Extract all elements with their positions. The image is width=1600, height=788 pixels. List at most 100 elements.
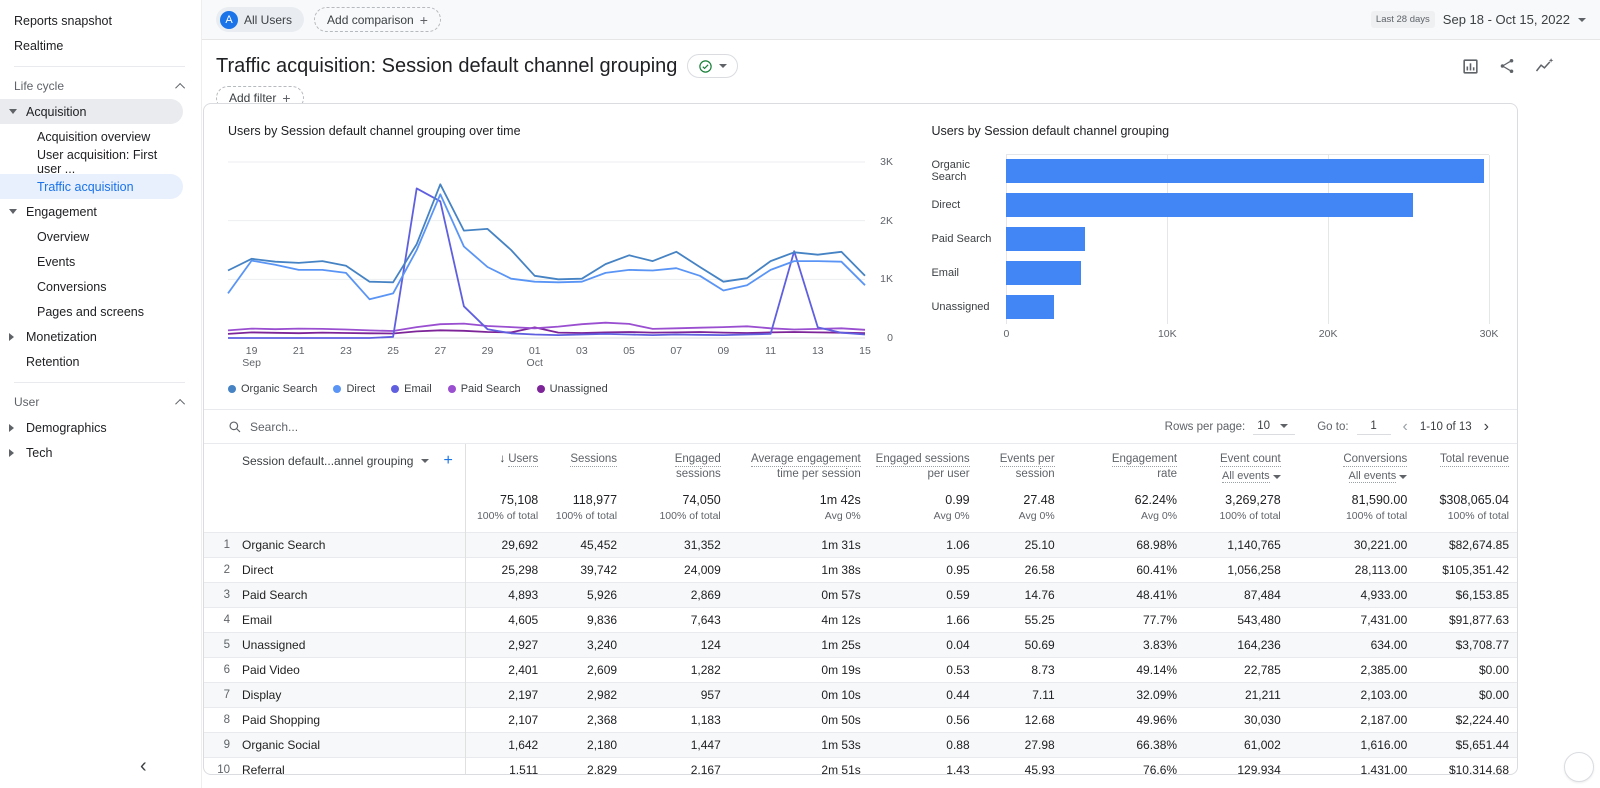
bar[interactable]: [1006, 261, 1081, 285]
sidebar-item-acquisition-overview[interactable]: Acquisition overview: [0, 124, 183, 149]
table-row[interactable]: 8 Paid Shopping 2,107 2,368 1,183 0m 50s 0.56 1…: [204, 707, 1517, 733]
column-header-events-per-session[interactable]: Events per session: [978, 444, 1063, 483]
bar[interactable]: [1006, 227, 1086, 251]
column-header-engaged-sessions-per-user[interactable]: Engaged sessions per user: [869, 444, 978, 483]
table-row[interactable]: 2 Direct 25,298 39,742 24,009 1m 38s 0.95 26.58…: [204, 557, 1517, 583]
totals-cell: 74,050 100% of total: [659, 493, 721, 522]
sidebar-item-overview[interactable]: Overview: [0, 224, 183, 249]
metric-value: 50.69: [1024, 638, 1055, 652]
metric-value: 14.76: [1024, 588, 1055, 602]
add-dimension-button[interactable]: +: [443, 452, 452, 470]
sidebar-item-acquisition[interactable]: Acquisition: [0, 99, 183, 124]
totals-cell: 75,108 100% of total: [476, 493, 539, 522]
y-axis-tick: 2K: [880, 214, 893, 227]
date-range-picker[interactable]: Sep 18 - Oct 15, 2022: [1443, 12, 1570, 27]
arrow-right-icon[interactable]: [9, 448, 14, 457]
x-axis-tick: 19 Sep: [242, 345, 261, 369]
sidebar-divider: [14, 382, 185, 383]
column-header-event-count[interactable]: Event count All events: [1185, 444, 1289, 483]
sidebar-item-realtime[interactable]: Realtime: [0, 33, 183, 58]
line-series-email: [228, 187, 866, 339]
table-row[interactable]: 10 Referral 1,511 2,829 2,167 2m 51s 1.43 45.93…: [204, 757, 1517, 775]
metric-value: $0.00: [1478, 688, 1509, 702]
bar[interactable]: [1006, 193, 1414, 217]
arrow-right-icon[interactable]: [9, 332, 14, 341]
metric-value: 1,616.00: [1360, 738, 1408, 752]
table-row[interactable]: 4 Email 4,605 9,836 7,643 4m 12s 1.66 55.25 77.7…: [204, 607, 1517, 633]
sidebar-section-life-cycle[interactable]: Life cycle: [0, 73, 201, 99]
table-row[interactable]: 1 Organic Search 29,692 45,452 31,352 1m 31s 1…: [204, 532, 1517, 558]
column-header-sessions[interactable]: Sessions: [546, 444, 625, 483]
sidebar-collapse-chevron-icon[interactable]: ‹: [140, 755, 147, 778]
table-row[interactable]: 5 Unassigned 2,927 3,240 124 1m 25s 0.04 50.69 3…: [204, 632, 1517, 658]
column-header-conversions[interactable]: Conversions All events: [1289, 444, 1416, 483]
users-over-time-chart: Users by Session default channel groupin…: [227, 124, 893, 395]
totals-cell: 3,269,278 100% of total: [1219, 493, 1281, 522]
sidebar-item-events[interactable]: Events: [0, 249, 183, 274]
date-range-type-chip: Last 28 days: [1370, 11, 1435, 28]
bar[interactable]: [1006, 159, 1485, 183]
floating-action-button[interactable]: [1564, 752, 1594, 782]
table-row[interactable]: 3 Paid Search 4,893 5,926 2,869 0m 57s 0.59 14.…: [204, 582, 1517, 608]
sidebar-item-retention[interactable]: Retention: [0, 349, 183, 374]
column-header-engaged-sessions[interactable]: Engaged sessions: [625, 444, 729, 483]
sidebar-item-traffic-acquisition[interactable]: Traffic acquisition: [0, 174, 183, 199]
arrow-right-icon[interactable]: [9, 423, 14, 432]
metric-event-dropdown[interactable]: All events: [1185, 470, 1281, 483]
metric-value: 129,934: [1237, 763, 1281, 775]
sidebar-item-monetization[interactable]: Monetization: [0, 324, 183, 349]
rows-per-page-select[interactable]: 10: [1253, 418, 1296, 435]
metric-value: 1,056,258: [1227, 563, 1281, 577]
arrow-down-icon[interactable]: [9, 109, 17, 114]
metric-value: $0.00: [1478, 663, 1509, 677]
chevron-down-icon[interactable]: [1578, 17, 1586, 22]
metric-value: 7,643: [690, 613, 721, 627]
table-row[interactable]: 6 Paid Video 2,401 2,609 1,282 0m 19s 0.53 8.73…: [204, 657, 1517, 683]
sidebar-item-pages-and-screens[interactable]: Pages and screens: [0, 299, 183, 324]
bar-rows: Organic Search Direct Paid Search Email Unas…: [931, 154, 1493, 324]
sidebar-item-user-acquisition-first-user[interactable]: User acquisition: First user ...: [0, 147, 183, 176]
customize-report-icon[interactable]: [1461, 57, 1480, 76]
sidebar-item-tech[interactable]: Tech: [0, 440, 183, 465]
bar[interactable]: [1006, 295, 1054, 319]
all-users-segment-chip[interactable]: A All Users: [216, 7, 305, 32]
goto-page-input[interactable]: 1: [1356, 418, 1391, 435]
insights-icon[interactable]: [1534, 56, 1554, 76]
sidebar-item-engagement[interactable]: Engagement: [0, 199, 183, 224]
metric-value: 1,447: [690, 738, 721, 752]
bar-row-paid-search: Paid Search: [931, 222, 1493, 256]
metric-value: 49.14%: [1136, 663, 1178, 677]
add-comparison-button[interactable]: Add comparison +: [314, 7, 441, 32]
column-header-average-engagement-time-per-session[interactable]: Average engagement time per session: [729, 444, 869, 483]
table-row[interactable]: 7 Display 2,197 2,982 957 0m 10s 0.44 7.11 32.09…: [204, 682, 1517, 708]
dimension-selector[interactable]: Session default...annel grouping +: [242, 452, 457, 470]
metric-value: 26.58: [1024, 563, 1055, 577]
column-header-engagement-rate[interactable]: Engagement rate: [1063, 444, 1185, 483]
arrow-down-icon[interactable]: [9, 209, 17, 214]
metric-event-dropdown[interactable]: All events: [1289, 470, 1408, 483]
x-axis-tick: 10K: [1157, 328, 1177, 340]
metric-value: 2m 51s: [821, 763, 861, 775]
previous-page-chevron-icon[interactable]: ‹: [1399, 418, 1412, 436]
metric-value: 2,167: [690, 763, 721, 775]
x-axis-tick: 07: [670, 345, 683, 357]
sidebar-divider: [14, 66, 185, 67]
line-chart-x-axis: 19 Sep 21 23 25 27 29 01 Oct 03 05 07 09 11 13 15: [228, 343, 871, 373]
sidebar-item-reports-snapshot[interactable]: Reports snapshot: [0, 8, 183, 33]
report-scope-badge[interactable]: [687, 54, 739, 78]
column-header-total-revenue[interactable]: Total revenue: [1415, 444, 1517, 483]
sidebar-item-conversions[interactable]: Conversions: [0, 274, 183, 299]
column-header-users[interactable]: ↓ Users: [465, 444, 546, 483]
bar-row-direct: Direct: [931, 188, 1493, 222]
metric-value: 2,385.00: [1360, 663, 1408, 677]
table-search-input[interactable]: [250, 419, 550, 434]
next-page-chevron-icon[interactable]: ›: [1480, 418, 1493, 436]
metric-value: 45.93: [1024, 763, 1055, 775]
sidebar-item-label: User acquisition: First user ...: [37, 147, 158, 176]
sidebar-section-user[interactable]: User: [0, 389, 201, 415]
share-icon[interactable]: [1498, 57, 1516, 75]
row-number: 2: [223, 564, 230, 576]
bar-category-label: Unassigned: [931, 301, 990, 313]
sidebar-item-demographics[interactable]: Demographics: [0, 415, 183, 440]
table-row[interactable]: 9 Organic Social 1,642 2,180 1,447 1m 53s 0.88…: [204, 732, 1517, 758]
